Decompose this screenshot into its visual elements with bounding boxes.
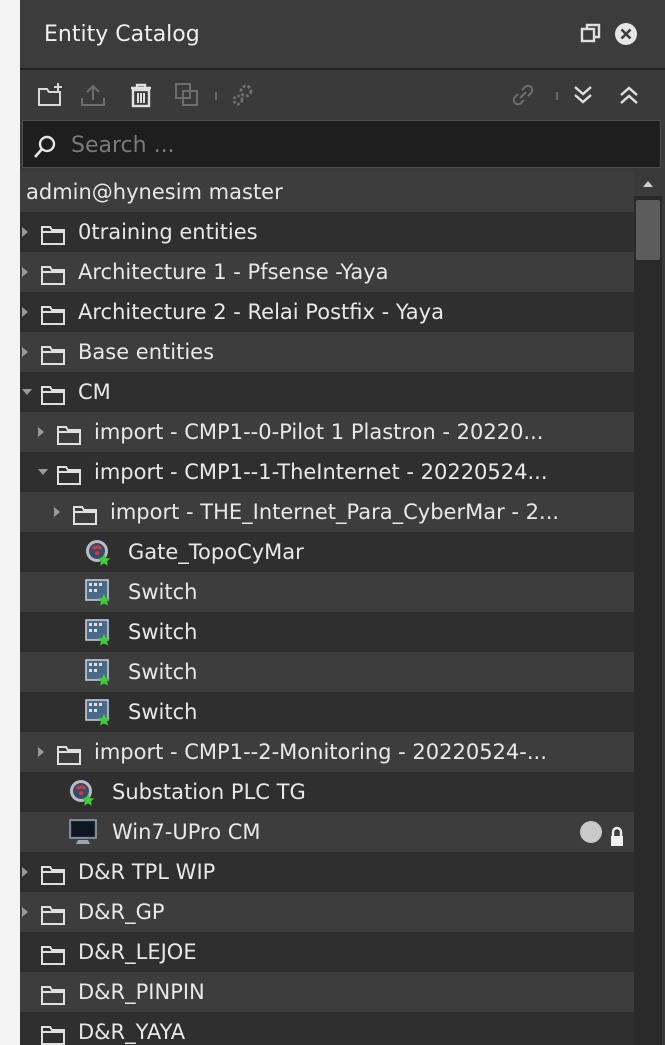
tree-item-label: D&R_PINPIN — [78, 980, 205, 1004]
close-icon[interactable] — [614, 22, 638, 50]
tree-item[interactable]: Substation PLC TG — [20, 772, 634, 812]
settings-gear-icon[interactable] — [228, 80, 258, 110]
tree-item[interactable]: D&R_LEJOE — [20, 932, 634, 972]
tree-item[interactable]: Architecture 2 - Relai Postfix - Yaya — [20, 292, 634, 332]
caret-right-icon[interactable] — [22, 227, 28, 237]
upload-icon[interactable] — [78, 80, 108, 110]
tree-item[interactable]: Switch — [20, 612, 634, 652]
caret-right-icon[interactable] — [22, 267, 28, 277]
tree-item[interactable]: Switch — [20, 572, 634, 612]
tree-item[interactable]: CM — [20, 372, 634, 412]
link-icon[interactable] — [508, 80, 538, 110]
tree-item[interactable]: Switch — [20, 652, 634, 692]
tree-root-label: admin@hynesim master — [26, 180, 283, 204]
tree-item-label: Gate_TopoCyMar — [128, 540, 304, 564]
caret-right-icon[interactable] — [38, 427, 44, 437]
toolbar-separator — [556, 92, 558, 100]
collapse-all-icon[interactable] — [614, 80, 644, 110]
tree-item[interactable]: D&R_PINPIN — [20, 972, 634, 1012]
tree-item-label: D&R_YAYA — [78, 1020, 186, 1044]
caret-right-icon[interactable] — [54, 507, 60, 517]
scroll-up-button[interactable] — [634, 172, 662, 196]
tree-root[interactable]: admin@hynesim master — [20, 172, 634, 212]
entity-catalog-panel: Entity Catalog Search ... admin@hynesim … — [20, 0, 665, 1045]
search-icon — [34, 135, 56, 158]
tree-item[interactable]: D&R_GP — [20, 892, 634, 932]
tree-item-label: import - CMP1--1-TheInternet - 20220524.… — [94, 460, 548, 484]
tree-item[interactable]: 0training entities — [20, 212, 634, 252]
caret-right-icon[interactable] — [22, 867, 28, 877]
tree-item-label: import - CMP1--0-Pilot 1 Plastron - 2022… — [94, 420, 544, 444]
tree-item[interactable]: import - CMP1--0-Pilot 1 Plastron - 2022… — [20, 412, 634, 452]
entity-tree: admin@hynesim master 0training entities A… — [20, 172, 634, 1045]
panel-title: Entity Catalog — [44, 22, 200, 47]
tree-item[interactable]: import - CMP1--1-TheInternet - 20220524.… — [20, 452, 634, 492]
tree-item-label: import - CMP1--2-Monitoring - 20220524-.… — [94, 740, 547, 764]
vertical-scrollbar[interactable] — [634, 172, 662, 1045]
toolbar-separator — [215, 92, 217, 100]
tree-item-label: CM — [78, 380, 111, 404]
tree-item-label: Win7-UPro CM — [112, 820, 261, 844]
tree-item[interactable]: Win7-UPro CM — [20, 812, 634, 852]
new-folder-icon[interactable] — [36, 80, 66, 110]
tree-item-label: Switch — [128, 700, 198, 724]
status-indicator — [580, 821, 602, 843]
tree-item[interactable]: import - THE_Internet_Para_CyberMar - 2.… — [20, 492, 634, 532]
tree-item-label: Base entities — [78, 340, 215, 364]
restore-window-icon[interactable] — [580, 22, 602, 48]
tree-item-label: D&R_LEJOE — [78, 940, 197, 964]
tree-item-label: Switch — [128, 660, 198, 684]
tree-item[interactable]: D&R_YAYA — [20, 1012, 634, 1045]
tree-item-label: D&R TPL WIP — [78, 860, 216, 884]
catalog-toolbar — [20, 70, 665, 120]
trash-icon[interactable] — [126, 80, 156, 110]
scroll-thumb[interactable] — [636, 200, 660, 260]
caret-right-icon[interactable] — [38, 747, 44, 757]
caret-right-icon[interactable] — [22, 907, 28, 917]
tree-item-label: Architecture 2 - Relai Postfix - Yaya — [78, 300, 444, 324]
caret-right-icon[interactable] — [22, 307, 28, 317]
panel-titlebar: Entity Catalog — [20, 0, 665, 70]
search-bar — [22, 120, 661, 168]
tree-item[interactable]: Architecture 1 - Pfsense -Yaya — [20, 252, 634, 292]
tree-item[interactable]: D&R TPL WIP — [20, 852, 634, 892]
tree-item-label: Substation PLC TG — [112, 780, 306, 804]
tree-item[interactable]: Base entities — [20, 332, 634, 372]
expand-all-icon[interactable] — [568, 80, 598, 110]
tree-item-label: Switch — [128, 620, 198, 644]
tree-item-label: Architecture 1 - Pfsense -Yaya — [78, 260, 389, 284]
tree-item-label: Switch — [128, 580, 198, 604]
caret-right-icon[interactable] — [22, 347, 28, 357]
tree-item-label: D&R_GP — [78, 900, 165, 924]
duplicate-icon[interactable] — [172, 80, 202, 110]
folder-icon — [40, 1020, 66, 1045]
search-input[interactable] — [69, 129, 633, 161]
caret-down-icon[interactable] — [22, 389, 32, 395]
tree-item-label: 0training entities — [78, 220, 258, 244]
caret-down-icon[interactable] — [38, 469, 48, 475]
tree-item[interactable]: Gate_TopoCyMar — [20, 532, 634, 572]
tree-item[interactable]: import - CMP1--2-Monitoring - 20220524-.… — [20, 732, 634, 772]
tree-item[interactable]: Switch — [20, 692, 634, 732]
tree-item-label: import - THE_Internet_Para_CyberMar - 2.… — [110, 500, 560, 524]
